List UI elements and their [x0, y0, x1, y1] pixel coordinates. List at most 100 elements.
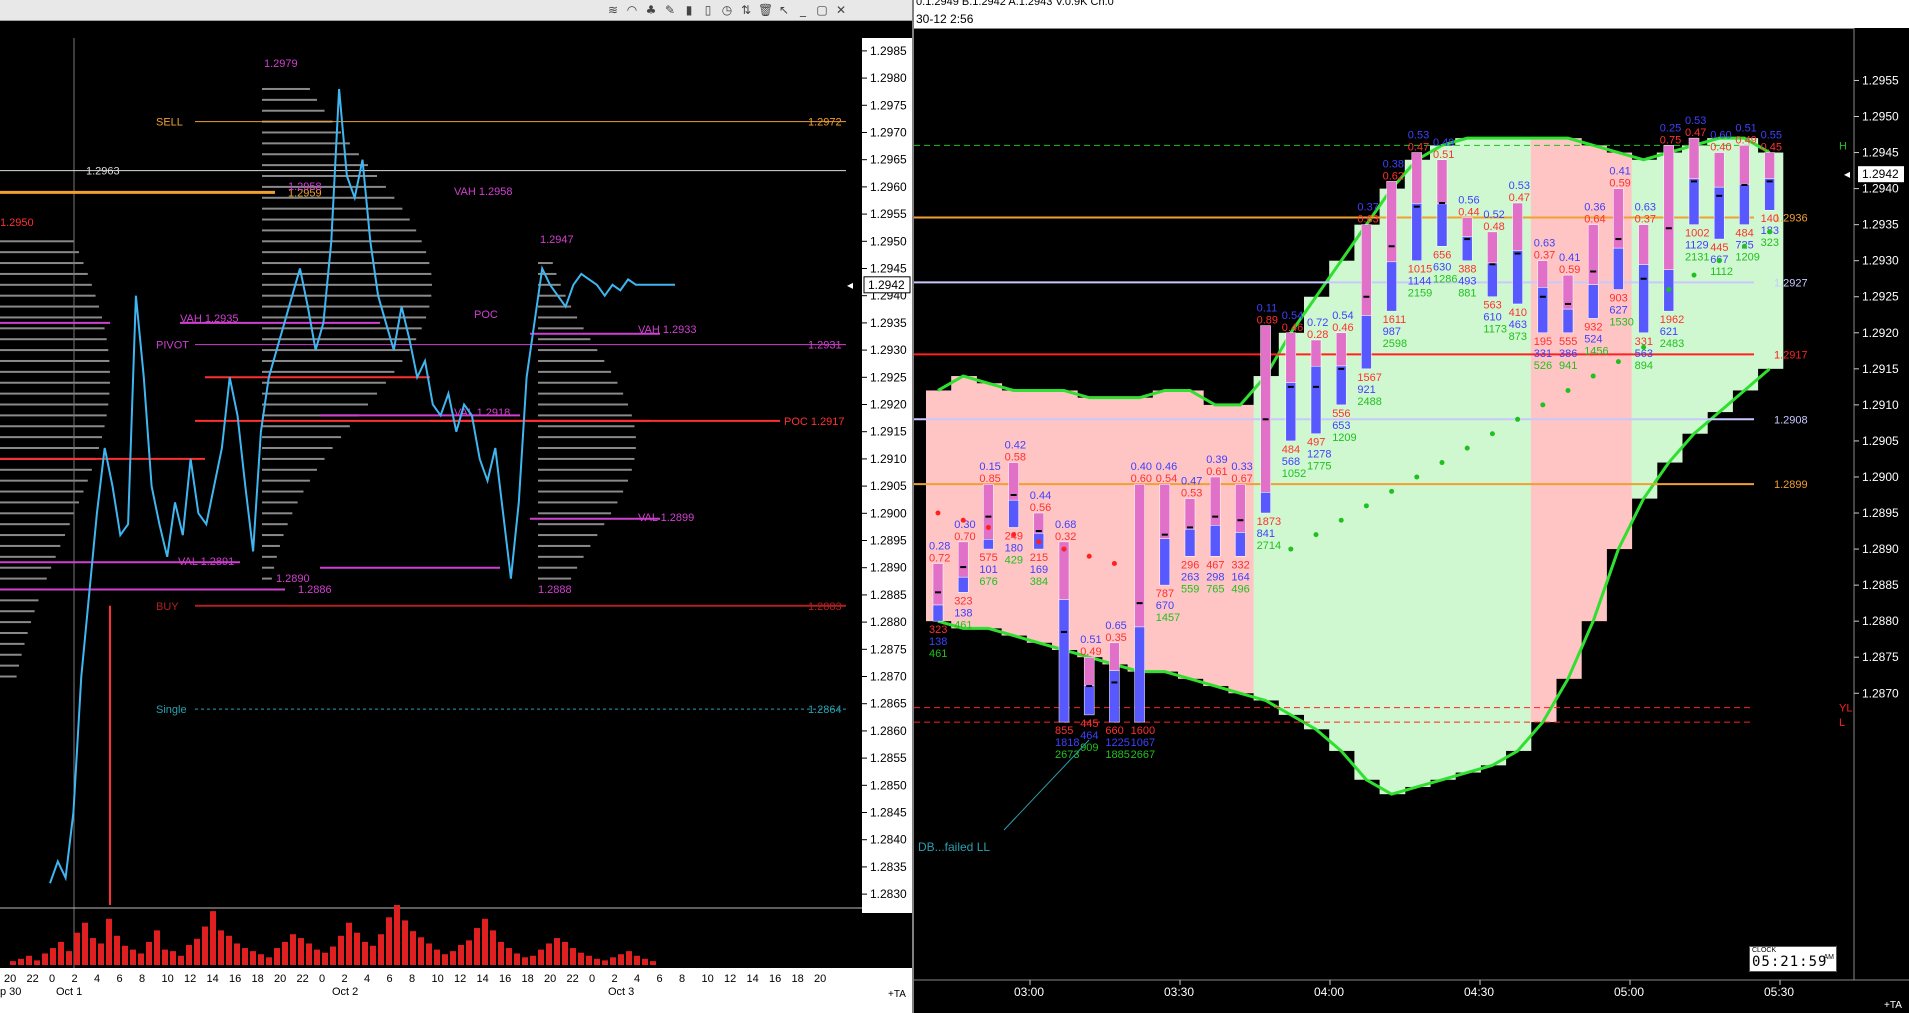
bar-sell-volume: 660	[1105, 725, 1123, 737]
bar-total-volume: 1052	[1282, 468, 1306, 480]
volume-bar	[130, 949, 136, 965]
bar-up-ratio: 0.52	[1483, 209, 1504, 221]
right-chart-window[interactable]: 0.1.2949 B.1.2942 A.1.2943 V.0.9K Ch.0 3…	[914, 0, 1909, 1013]
stop-dot	[935, 510, 941, 516]
volume-bar-upper	[1713, 152, 1725, 188]
volume-bar-upper	[1537, 260, 1549, 288]
volume-bar	[642, 958, 648, 965]
current-price-label: 1.2942	[868, 278, 905, 292]
y-tick-label: 1.2830	[870, 887, 907, 901]
x-tick-label: 8	[139, 973, 145, 985]
volume-bar-lower	[957, 576, 969, 593]
current-price-label: 1.2942	[1862, 167, 1899, 181]
y-tick-label: 1.2925	[1862, 290, 1899, 304]
bar-buy-volume: 138	[929, 636, 947, 648]
volume-profile-row	[262, 501, 298, 504]
bar-buy-volume: 610	[1483, 312, 1501, 324]
reference-label: 1.2927	[1774, 277, 1808, 289]
stop-dot	[1767, 229, 1773, 235]
y-tick-label: 1.2875	[1862, 650, 1899, 664]
x-tick-label: 16	[769, 973, 781, 985]
volume-bar-lower	[1260, 492, 1271, 514]
y-tick-label: 1.2900	[1862, 470, 1899, 484]
x-tick-label: 4	[364, 973, 370, 985]
stop-dot	[1111, 560, 1117, 566]
volume-profile-row	[262, 196, 395, 199]
bar-buy-volume: 331	[1534, 348, 1552, 360]
bar-up-ratio: 0.55	[1761, 130, 1782, 142]
bar-up-ratio: 0.11	[1257, 303, 1278, 315]
bar-buy-volume: 138	[954, 607, 972, 619]
stop-dot	[1716, 258, 1722, 264]
volume-bar-upper	[1285, 332, 1297, 383]
bar-total-volume: 429	[1005, 554, 1023, 566]
volume-bar-upper	[932, 563, 944, 606]
volume-bar	[146, 941, 152, 965]
x-tick-label: 6	[117, 973, 123, 985]
bar-total-volume: 2714	[1257, 540, 1281, 552]
bar-buy-volume: 1278	[1307, 449, 1331, 461]
x-tick-label: 12	[724, 973, 736, 985]
left-price-chart[interactable]: 1.2985 1.2980 1.2975 1.2970 1.2965 1.2960 1.29…	[0, 0, 912, 1013]
x-tick-label: 0	[589, 973, 595, 985]
y-tick-label: 1.2885	[1862, 578, 1899, 592]
left-chart-window[interactable]: ≋ ◠ ♣ ✎ ▮ ▯ ◷ ⇅ 🗑 ↖ _ ▢ ✕ 1.2985 1.2980 1.2975 1.2970 1.…	[0, 0, 914, 1013]
volume-profile-row	[262, 479, 310, 482]
y-tick-label: 1.2930	[1862, 254, 1899, 268]
volume-bar-lower	[1537, 287, 1549, 334]
volume-bar	[554, 938, 560, 965]
volume-profile-row	[262, 87, 310, 90]
volume-bar	[18, 958, 24, 965]
stop-dot	[1691, 272, 1697, 278]
bar-sell-volume: 332	[1231, 559, 1249, 571]
volume-bar-upper	[1487, 231, 1498, 264]
reference-label: 1.2917	[1774, 349, 1808, 361]
bar-up-ratio: 0.36	[1584, 202, 1605, 214]
volume-profile-row	[538, 414, 632, 417]
y-tick-label: 1.2900	[870, 506, 907, 520]
volume-profile-row	[0, 501, 80, 504]
x-tick-label: 4	[634, 973, 640, 985]
bar-buy-volume: 101	[979, 564, 997, 576]
y-tick-label: 1.2915	[1862, 362, 1899, 376]
stop-dot	[960, 517, 966, 523]
volume-profile-row	[0, 490, 84, 493]
volume-profile-row	[0, 468, 92, 471]
y-tick-label: 1.2870	[1862, 686, 1899, 700]
bar-total-volume: 2598	[1383, 338, 1407, 350]
bar-down-ratio: 0.64	[1584, 214, 1605, 226]
volume-bar-upper	[1260, 325, 1271, 493]
bar-up-ratio: 0.41	[1559, 252, 1580, 264]
volume-bar-lower	[1638, 264, 1649, 334]
volume-bar-upper	[957, 541, 969, 578]
stop-dot	[1540, 402, 1546, 408]
volume-profile-row	[262, 534, 284, 537]
bar-down-ratio: 0.46	[1332, 322, 1353, 334]
volume-bar-lower	[1512, 250, 1523, 305]
volume-bar	[258, 954, 264, 965]
volume-profile-row	[538, 338, 591, 341]
volume-profile-row	[262, 490, 304, 493]
stop-dot	[1515, 416, 1521, 422]
bar-sell-volume: 484	[1282, 444, 1300, 456]
date-label: Oct 1	[56, 986, 82, 998]
volume-bar-lower	[1461, 236, 1473, 261]
bar-down-ratio: 0.75	[1660, 134, 1681, 146]
y-tick-label: 1.2980	[870, 71, 907, 85]
bar-up-ratio: 0.25	[1660, 122, 1681, 134]
volume-bar	[386, 917, 392, 965]
clock-label: CLOCK	[1752, 947, 1777, 954]
bar-sell-volume: 787	[1156, 588, 1174, 600]
volume-bar	[546, 943, 552, 965]
volume-profile-row	[0, 642, 25, 645]
volume-profile-row	[538, 534, 598, 537]
bar-total-volume: 461	[929, 648, 947, 660]
y-tick-label: 1.2880	[1862, 614, 1899, 628]
x-tick-label: 20	[274, 973, 286, 985]
right-bar-chart[interactable]: 1.29361.29271.29171.29081.2899HYLL0.280.…	[914, 0, 1909, 1013]
volume-bar	[562, 941, 568, 965]
bar-sell-volume: 1600	[1131, 725, 1155, 737]
y-tick-label: 1.2935	[1862, 218, 1899, 232]
bar-up-ratio: 0.60	[1710, 130, 1731, 142]
band-segment	[1077, 397, 1103, 658]
